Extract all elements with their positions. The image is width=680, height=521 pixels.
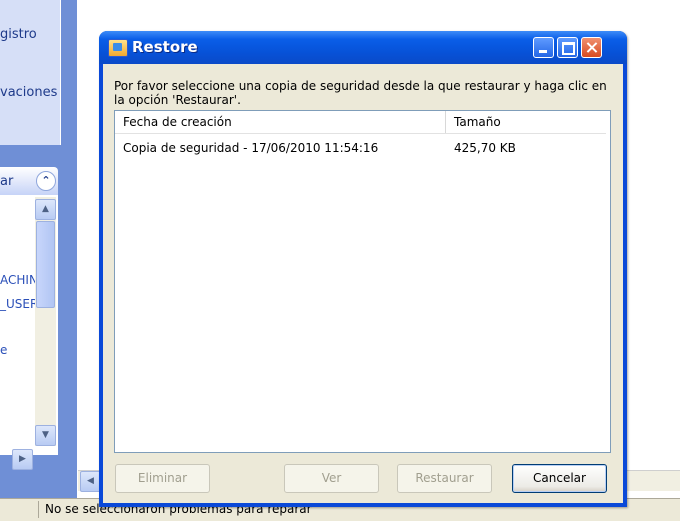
instructions-text: Por favor seleccione una copia de seguri… (114, 79, 607, 107)
task-link-reparaciones[interactable]: vaciones (0, 85, 57, 100)
view-button[interactable]: Ver (284, 464, 379, 493)
task-box: gistro vaciones (0, 0, 61, 145)
restore-dialog: Restore Por favor seleccione una copia d… (99, 31, 627, 507)
scroll-up-icon[interactable]: ▲ (35, 199, 56, 220)
task-link-registro[interactable]: gistro (0, 27, 37, 42)
list-header: Fecha de creación Tamaño (115, 111, 606, 134)
delete-button[interactable]: Eliminar (115, 464, 210, 493)
cancel-button[interactable]: Cancelar (512, 464, 607, 493)
backup-list[interactable]: Fecha de creación Tamaño Copia de seguri… (114, 110, 611, 453)
dialog-body: Por favor seleccione una copia de seguri… (103, 64, 623, 503)
task-group-header[interactable]: ar ⌃ (0, 167, 58, 195)
tree-item[interactable]: ACHIN (0, 273, 38, 287)
maximize-icon[interactable] (557, 37, 578, 58)
scroll-down-icon[interactable]: ▼ (35, 425, 56, 446)
close-icon[interactable] (581, 37, 602, 58)
background-task-pane: gistro vaciones ar ⌃ ACHIN _USER e ▲ ▼ ▶ (0, 0, 77, 498)
tree-item[interactable]: e (0, 343, 7, 357)
scroll-right-icon[interactable]: ▶ (12, 449, 33, 470)
backup-size: 425,70 KB (454, 141, 516, 155)
backup-name: Copia de seguridad - 17/06/2010 11:54:16 (123, 141, 379, 155)
column-header-date[interactable]: Fecha de creación (115, 111, 446, 133)
collapse-icon[interactable]: ⌃ (36, 171, 56, 191)
scroll-thumb[interactable] (36, 221, 55, 308)
minimize-icon[interactable] (533, 37, 554, 58)
dialog-title: Restore (132, 38, 198, 56)
task-group-label: ar (0, 174, 14, 189)
dialog-titlebar[interactable]: Restore (99, 31, 627, 64)
tree-vertical-scrollbar[interactable]: ▲ ▼ (35, 197, 56, 446)
list-item[interactable]: Copia de seguridad - 17/06/2010 11:54:16… (115, 139, 606, 157)
restore-app-icon (108, 39, 128, 57)
column-header-size[interactable]: Tamaño (446, 111, 606, 133)
scroll-left-icon[interactable]: ◀ (80, 471, 101, 492)
restore-button[interactable]: Restaurar (397, 464, 492, 493)
tree-item[interactable]: _USER (0, 297, 38, 311)
